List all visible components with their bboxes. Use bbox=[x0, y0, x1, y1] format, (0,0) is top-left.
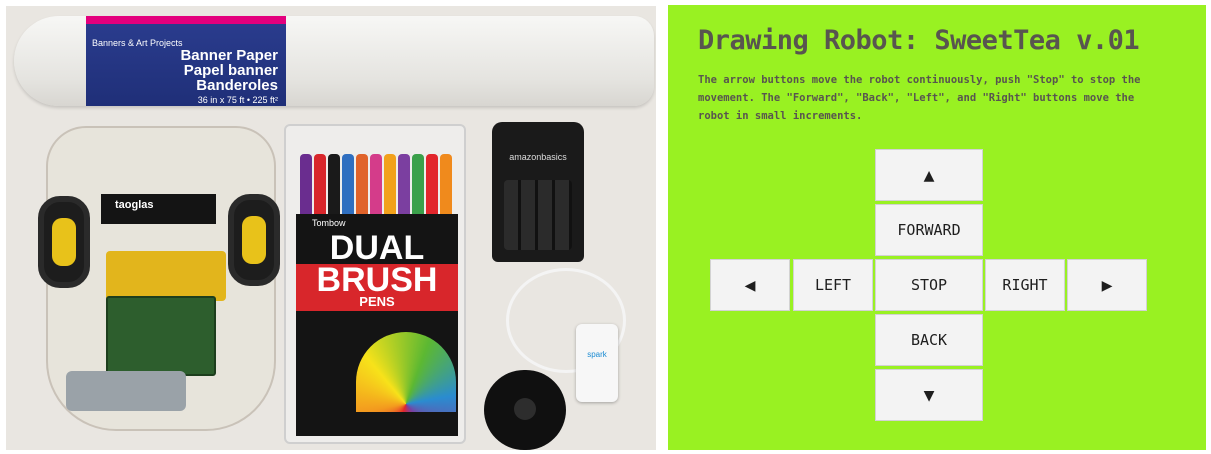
stop-button[interactable]: STOP bbox=[875, 259, 983, 311]
move-right-continuous-button[interactable]: ▶ bbox=[1067, 259, 1147, 311]
marker-cap bbox=[314, 154, 326, 214]
left-arrow-icon: ◀ bbox=[744, 274, 756, 296]
down-arrow-icon: ▼ bbox=[923, 384, 935, 406]
marker-caps bbox=[300, 154, 452, 214]
marker-title-dual: DUAL bbox=[329, 229, 425, 267]
plug-brand: spark bbox=[587, 350, 607, 359]
paper-label-line2: Banner Paper bbox=[180, 47, 278, 64]
foam-spool bbox=[484, 370, 566, 450]
marker-title-brush: BRUSH bbox=[296, 263, 458, 297]
marker-cap bbox=[356, 154, 368, 214]
right-button[interactable]: RIGHT bbox=[985, 259, 1065, 311]
marker-cap bbox=[398, 154, 410, 214]
page-title: Drawing Robot: SweetTea v.01 bbox=[698, 25, 1140, 56]
move-up-continuous-button[interactable]: ▲ bbox=[875, 149, 983, 201]
marker-cap bbox=[440, 154, 452, 214]
charger-battery-slots bbox=[504, 180, 572, 250]
charger-brand: amazonbasics bbox=[509, 152, 567, 162]
marker-cap bbox=[300, 154, 312, 214]
robot-motor-board bbox=[106, 251, 226, 301]
move-left-continuous-button[interactable]: ◀ bbox=[710, 259, 790, 311]
banner-paper-roll: Banners & Art Projects Banner Paper Pape… bbox=[14, 16, 654, 106]
robot-wheel-left bbox=[38, 196, 90, 288]
marker-cap bbox=[426, 154, 438, 214]
up-arrow-icon: ▲ bbox=[923, 164, 935, 186]
usb-wall-plug: spark bbox=[576, 324, 618, 402]
left-button[interactable]: LEFT bbox=[793, 259, 873, 311]
paper-label-line4: Banderoles bbox=[196, 77, 278, 94]
marker-cap bbox=[370, 154, 382, 214]
battery-charger: amazonbasics bbox=[492, 122, 584, 262]
robot-antenna: taoglas bbox=[101, 194, 216, 224]
right-arrow-icon: ▶ bbox=[1101, 274, 1113, 296]
move-down-continuous-button[interactable]: ▼ bbox=[875, 369, 983, 421]
marker-brand: Tombow bbox=[312, 218, 346, 228]
back-button[interactable]: BACK bbox=[875, 314, 983, 366]
instructions-text: The arrow buttons move the robot continu… bbox=[698, 74, 1141, 122]
marker-pack: Tombow DUAL BRUSH PENS bbox=[284, 124, 466, 444]
marker-cap bbox=[384, 154, 396, 214]
paper-label-line3: Papel banner bbox=[183, 62, 278, 79]
marker-cap bbox=[412, 154, 424, 214]
umbrella-graphic bbox=[356, 332, 456, 412]
components-photo: Banners & Art Projects Banner Paper Pape… bbox=[6, 6, 656, 450]
marker-cap bbox=[342, 154, 354, 214]
robot-ultrasonic-sensor bbox=[66, 371, 186, 411]
banner-paper-label: Banners & Art Projects Banner Paper Pape… bbox=[86, 16, 286, 106]
marker-cap bbox=[328, 154, 340, 214]
screenshot-root: Banners & Art Projects Banner Paper Pape… bbox=[0, 0, 1211, 454]
paper-label-size: 36 in x 75 ft • 225 ft² bbox=[197, 95, 278, 105]
robot-controller-board bbox=[106, 296, 216, 376]
forward-button[interactable]: FORWARD bbox=[875, 204, 983, 256]
robot-control-page: Drawing Robot: SweetTea v.01 The arrow b… bbox=[668, 5, 1206, 450]
marker-pack-card: Tombow DUAL BRUSH PENS bbox=[296, 214, 458, 436]
robot-wheel-right bbox=[228, 194, 280, 286]
